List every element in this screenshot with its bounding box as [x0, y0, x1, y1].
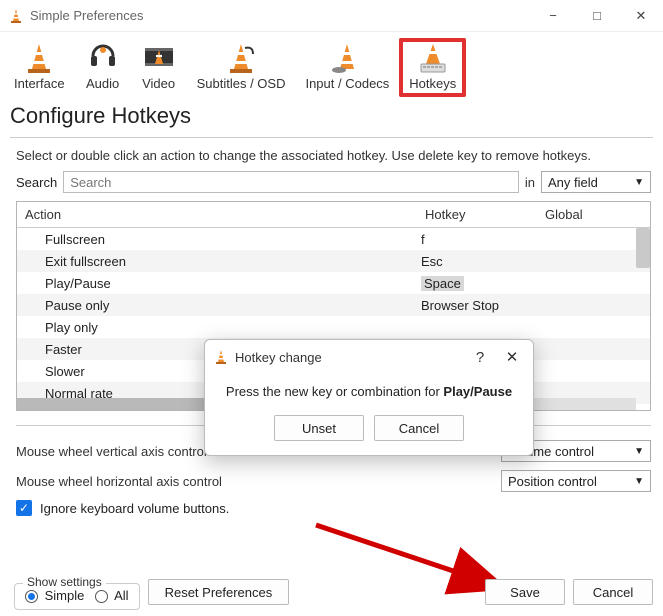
- radio-all-label: All: [114, 588, 128, 603]
- tab-subtitles-label: Subtitles / OSD: [197, 76, 286, 91]
- radio-simple[interactable]: [25, 590, 38, 603]
- table-row[interactable]: Pause onlyBrowser Stop: [17, 294, 650, 316]
- col-hotkey[interactable]: Hotkey: [417, 207, 537, 222]
- tab-input-codecs-label: Input / Codecs: [305, 76, 389, 91]
- table-row[interactable]: Play/PauseSpace: [17, 272, 650, 294]
- dialog-message: Press the new key or combination for Pla…: [205, 374, 533, 405]
- instructions-text: Select or double click an action to chan…: [0, 148, 663, 171]
- tab-subtitles[interactable]: Subtitles / OSD: [187, 38, 296, 97]
- app-icon: [8, 8, 24, 24]
- dialog-close-button[interactable]: ✕: [499, 348, 525, 366]
- maximize-button[interactable]: □: [575, 0, 619, 32]
- page-title: Configure Hotkeys: [0, 97, 663, 137]
- col-global[interactable]: Global: [537, 207, 650, 222]
- dialog-cancel-button[interactable]: Cancel: [374, 415, 464, 441]
- vertical-scrollbar[interactable]: [636, 228, 650, 268]
- dialog-title: Hotkey change: [235, 350, 461, 365]
- show-settings-legend: Show settings: [23, 575, 106, 589]
- tab-hotkeys-label: Hotkeys: [409, 76, 456, 91]
- wheel-horizontal-label: Mouse wheel horizontal axis control: [16, 474, 493, 489]
- footer: Show settings Simple All Reset Preferenc…: [0, 575, 663, 610]
- tab-audio-label: Audio: [86, 76, 119, 91]
- tab-interface[interactable]: Interface: [4, 38, 75, 97]
- radio-all[interactable]: [95, 590, 108, 603]
- col-action[interactable]: Action: [17, 207, 417, 222]
- titlebar: Simple Preferences − □ ✕: [0, 0, 663, 32]
- tab-hotkeys[interactable]: Hotkeys: [399, 38, 466, 97]
- window-title: Simple Preferences: [24, 8, 531, 23]
- table-row[interactable]: Play only: [17, 316, 650, 338]
- chevron-down-icon: ▼: [634, 177, 644, 188]
- dialog-buttons: Unset Cancel: [205, 405, 533, 455]
- tab-input-codecs[interactable]: Input / Codecs: [295, 38, 399, 97]
- chevron-down-icon: ▼: [634, 476, 644, 487]
- tab-interface-label: Interface: [14, 76, 65, 91]
- table-row[interactable]: Fullscreenf: [17, 228, 650, 250]
- search-label: Search: [16, 175, 57, 190]
- cancel-button[interactable]: Cancel: [573, 579, 653, 605]
- table-header: Action Hotkey Global: [17, 202, 650, 228]
- dialog-app-icon: [213, 349, 229, 365]
- chevron-down-icon: ▼: [634, 446, 644, 457]
- tab-video-label: Video: [142, 76, 175, 91]
- minimize-button[interactable]: −: [531, 0, 575, 32]
- wheel-horizontal-combo[interactable]: Position control ▼: [501, 470, 651, 492]
- unset-button[interactable]: Unset: [274, 415, 364, 441]
- search-field-combo[interactable]: Any field ▼: [541, 171, 651, 193]
- search-input[interactable]: [63, 171, 519, 193]
- save-button[interactable]: Save: [485, 579, 565, 605]
- heading-rule: [10, 137, 653, 138]
- reset-preferences-button[interactable]: Reset Preferences: [148, 579, 290, 605]
- ignore-keyboard-row: ✓ Ignore keyboard volume buttons.: [0, 496, 663, 520]
- preference-tabs: Interface Audio Video Subtitles / OSD In…: [0, 32, 663, 97]
- radio-simple-label: Simple: [45, 588, 85, 603]
- search-field-value: Any field: [548, 175, 598, 190]
- ignore-keyboard-checkbox[interactable]: ✓: [16, 500, 32, 516]
- show-settings-group: Show settings Simple All: [14, 583, 140, 610]
- table-row[interactable]: Exit fullscreenEsc: [17, 250, 650, 272]
- close-button[interactable]: ✕: [619, 0, 663, 32]
- tab-video[interactable]: Video: [131, 38, 187, 97]
- wheel-horizontal-row: Mouse wheel horizontal axis control Posi…: [0, 466, 663, 496]
- search-row: Search in Any field ▼: [0, 171, 663, 201]
- dialog-help-button[interactable]: ?: [467, 349, 493, 366]
- search-in-label: in: [525, 175, 535, 190]
- hotkey-change-dialog: Hotkey change ? ✕ Press the new key or c…: [204, 339, 534, 456]
- ignore-keyboard-label: Ignore keyboard volume buttons.: [40, 501, 229, 516]
- tab-audio[interactable]: Audio: [75, 38, 131, 97]
- dialog-titlebar: Hotkey change ? ✕: [205, 340, 533, 374]
